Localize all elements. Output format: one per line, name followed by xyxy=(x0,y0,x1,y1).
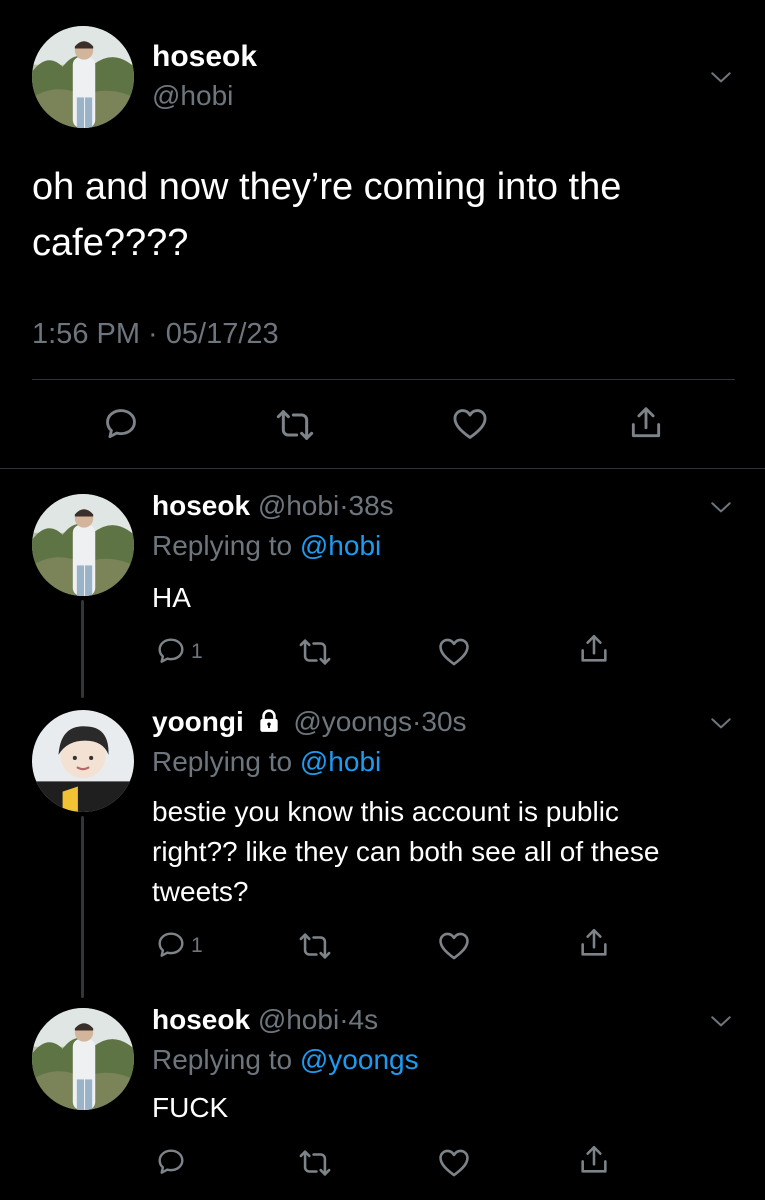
replying-to: Replying to @hobi xyxy=(152,746,381,778)
main-divider-top xyxy=(32,379,735,380)
replying-to-label: Replying to xyxy=(152,746,293,777)
share-icon[interactable] xyxy=(577,1143,611,1177)
reply-author-handle[interactable]: @hobi xyxy=(258,1004,339,1035)
replying-to-label: Replying to xyxy=(152,530,293,561)
main-like-icon[interactable] xyxy=(451,405,489,443)
reply-avatar[interactable] xyxy=(32,494,134,596)
reply-time[interactable]: 38s xyxy=(349,490,394,521)
main-tweet-timestamp[interactable]: 1:56 PM · 05/17/23 xyxy=(32,318,279,351)
share-icon[interactable] xyxy=(577,926,611,960)
reply-header: yoongi @yoongs·30s xyxy=(152,706,467,741)
main-retweet-icon[interactable] xyxy=(275,405,315,445)
separator-dot: · xyxy=(339,490,349,521)
reply-header: hoseok @hobi·4s xyxy=(152,1004,378,1036)
retweet-icon[interactable] xyxy=(298,929,332,963)
reply-icon[interactable] xyxy=(155,1146,187,1178)
main-reply-icon[interactable] xyxy=(102,405,140,443)
reply-more-chevron-icon[interactable] xyxy=(706,492,736,522)
separator-dot: · xyxy=(339,1004,349,1035)
reply-more-chevron-icon[interactable] xyxy=(706,1006,736,1036)
reply-text-line: tweets? xyxy=(152,876,249,907)
replying-to-label: Replying to xyxy=(152,1044,293,1075)
lock-icon xyxy=(256,708,282,741)
reply-time[interactable]: 30s xyxy=(421,706,466,737)
like-icon[interactable] xyxy=(437,635,471,669)
reply-author-handle[interactable]: @yoongs xyxy=(293,706,412,737)
reply-time[interactable]: 4s xyxy=(349,1004,379,1035)
replying-to: Replying to @yoongs xyxy=(152,1044,419,1076)
retweet-icon[interactable] xyxy=(298,1146,332,1180)
reply-icon[interactable] xyxy=(155,929,187,961)
reply-avatar[interactable] xyxy=(32,1008,134,1110)
thread-line xyxy=(81,816,84,998)
reply-author-handle[interactable]: @hobi xyxy=(258,490,339,521)
main-more-chevron-icon[interactable] xyxy=(706,62,736,92)
replying-to-handle-link[interactable]: @hobi xyxy=(300,746,381,777)
replying-to: Replying to @hobi xyxy=(152,530,381,562)
main-author-name[interactable]: hoseok xyxy=(152,40,257,74)
reply-more-chevron-icon[interactable] xyxy=(706,708,736,738)
main-author-handle[interactable]: @hobi xyxy=(152,80,233,112)
reply-author-name[interactable]: hoseok xyxy=(152,490,250,521)
reply-text-line: right?? like they can both see all of th… xyxy=(152,836,660,867)
reply-author-name[interactable]: hoseok xyxy=(152,1004,250,1035)
reply-count: 1 xyxy=(191,640,203,663)
like-icon[interactable] xyxy=(437,1146,471,1180)
reply-author-name[interactable]: yoongi xyxy=(152,706,244,737)
reply-header: hoseok @hobi·38s xyxy=(152,490,394,522)
replying-to-handle-link[interactable]: @hobi xyxy=(300,530,381,561)
reply-count: 1 xyxy=(191,934,203,957)
main-share-icon[interactable] xyxy=(627,404,665,442)
reply-icon[interactable] xyxy=(155,635,187,667)
replying-to-handle-link[interactable]: @yoongs xyxy=(300,1044,419,1075)
thread-line xyxy=(81,600,84,698)
main-tweet-text-line1: oh and now they’re coming into the xyxy=(32,166,622,208)
retweet-icon[interactable] xyxy=(298,635,332,669)
reply-text-line: HA xyxy=(152,582,191,613)
main-tweet-text-line2: cafe???? xyxy=(32,222,189,264)
main-author-avatar[interactable] xyxy=(32,26,134,128)
share-icon[interactable] xyxy=(577,632,611,666)
reply-text-line: bestie you know this account is public xyxy=(152,796,619,827)
separator-dot: · xyxy=(412,706,422,737)
like-icon[interactable] xyxy=(437,929,471,963)
reply-avatar[interactable] xyxy=(32,710,134,812)
main-divider-bottom xyxy=(0,468,765,469)
reply-text-line: FUCK xyxy=(152,1092,229,1123)
